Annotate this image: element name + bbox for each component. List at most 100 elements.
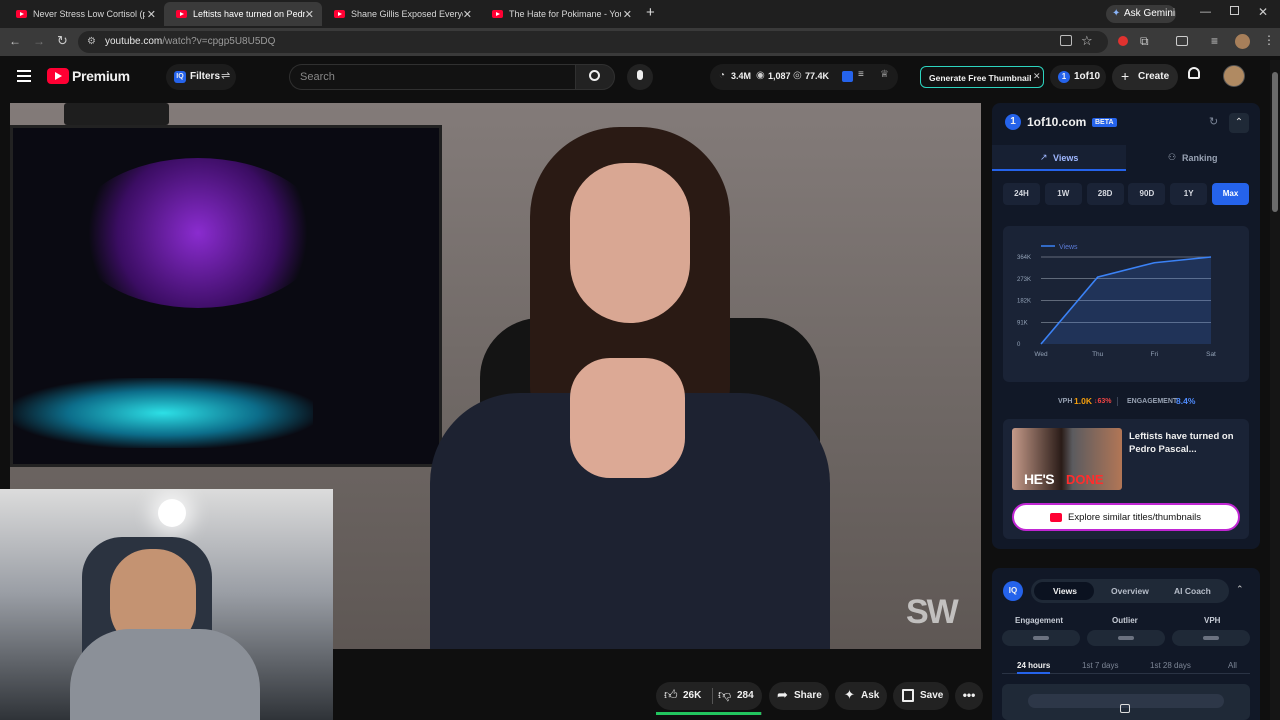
share-label: Share xyxy=(794,690,822,701)
period-first-28-days[interactable]: 1st 28 days xyxy=(1150,661,1191,670)
close-icon[interactable]: ✕ xyxy=(623,8,632,21)
browser-tab-active[interactable]: Leftists have turned on Pedro P ✕ xyxy=(164,2,322,26)
more-actions-icon[interactable]: ••• xyxy=(955,682,983,710)
save-button[interactable]: Save xyxy=(893,682,949,710)
voice-search-button[interactable] xyxy=(627,64,653,90)
tab-overview[interactable]: Overview xyxy=(1111,586,1149,596)
range-90d[interactable]: 90D xyxy=(1128,183,1166,205)
1of10-button[interactable]: 1 1of10 xyxy=(1050,65,1106,89)
collapse-chevron-icon[interactable]: ⌃ xyxy=(1236,584,1244,595)
1of10-logo-icon: 1 xyxy=(1058,71,1070,83)
list-icon[interactable]: ≡ xyxy=(858,69,864,80)
forward-icon[interactable]: → xyxy=(33,34,45,48)
search-input[interactable]: Search xyxy=(289,64,575,90)
range-1w[interactable]: 1W xyxy=(1044,183,1082,205)
tab-ranking-label: Ranking xyxy=(1182,153,1218,163)
x-tick-label: Wed xyxy=(1034,351,1048,358)
video-stats-bar: ◔ 3.4M ◉ 1,087 ◎ 77.4K ≡ ♕ xyxy=(710,64,898,90)
like-ratio-bar xyxy=(656,712,762,715)
browser-tab[interactable]: The Hate for Pokimane - YouTu ✕ xyxy=(480,2,640,26)
reload-icon[interactable]: ↻ xyxy=(57,33,68,49)
share-button[interactable]: ➦ Share xyxy=(769,682,829,710)
close-icon[interactable]: ✕ xyxy=(147,8,156,21)
trophy-icon[interactable]: ♕ xyxy=(880,69,889,80)
iq-logo-icon: IQ xyxy=(1003,581,1023,601)
browser-tab[interactable]: Never Stress Low Cortisol (play ✕ xyxy=(4,2,164,26)
reading-list-icon[interactable]: ≡ xyxy=(1211,34,1218,48)
period-all[interactable]: All xyxy=(1228,661,1237,670)
ask-button[interactable]: ✦ Ask xyxy=(835,682,887,710)
close-icon[interactable]: ✕ xyxy=(305,8,314,21)
panel-tab-bar: Views Overview AI Coach xyxy=(1031,579,1229,603)
tab-ranking[interactable]: ⚇ Ranking xyxy=(1126,145,1260,171)
install-app-icon[interactable] xyxy=(1060,35,1072,46)
webcam-device xyxy=(64,103,169,125)
y-tick-label: 91K xyxy=(1017,320,1028,326)
subject-face xyxy=(570,163,690,323)
legend-label: Views xyxy=(1059,244,1078,251)
youtube-premium-logo[interactable]: Premium xyxy=(72,68,130,84)
media-control-icon[interactable] xyxy=(1176,36,1188,46)
account-avatar[interactable] xyxy=(1223,65,1245,87)
bookmark-star-icon[interactable]: ☆ xyxy=(1081,33,1093,49)
page-scrollbar[interactable] xyxy=(1270,60,1280,720)
engagement-label: ENGAGEMENT xyxy=(1127,398,1178,405)
tab-views[interactable]: ↗ Views xyxy=(992,145,1126,171)
range-28d[interactable]: 28D xyxy=(1086,183,1124,205)
ask-gemini-button[interactable]: ✦ Ask Gemini xyxy=(1106,5,1176,23)
save-label: Save xyxy=(920,690,944,701)
refresh-icon[interactable]: ↻ xyxy=(1209,115,1218,128)
video-thumbnail[interactable]: HE'S DONE xyxy=(1012,428,1122,490)
hamburger-menu-icon[interactable] xyxy=(17,70,31,82)
url-text: youtube.com/watch?v=cpgp5U8U5DQ xyxy=(105,36,276,47)
tab-views-active[interactable]: Views xyxy=(1034,582,1094,600)
period-24-hours[interactable]: 24 hours xyxy=(1017,661,1051,674)
beta-badge: BETA xyxy=(1092,118,1117,127)
create-button[interactable]: + Create xyxy=(1112,64,1178,90)
extension-icon[interactable] xyxy=(1118,36,1128,46)
metric-engagement-label: Engagement xyxy=(1015,616,1064,625)
youtube-logo-icon[interactable] xyxy=(47,68,69,84)
address-bar[interactable]: ⚙ youtube.com/watch?v=cpgp5U8U5DQ ☆ xyxy=(78,31,1108,53)
webcam-overlay xyxy=(0,489,333,720)
stat-watching: 1,087 xyxy=(768,71,791,81)
generate-thumbnail-button[interactable]: Generate Free Thumbnail ✕ xyxy=(920,66,1044,88)
notifications-bell-icon[interactable] xyxy=(1188,67,1202,83)
subject-hand xyxy=(570,358,685,478)
explore-similar-button[interactable]: Explore similar titles/thumbnails xyxy=(1012,503,1240,531)
filters-label: Filters xyxy=(190,71,221,82)
like-stat-icon: ◎ xyxy=(793,70,802,81)
collapse-chevron-icon[interactable]: ⌃ xyxy=(1229,113,1249,133)
maximize-icon[interactable] xyxy=(1230,6,1239,15)
range-max[interactable]: Max xyxy=(1212,183,1249,205)
minimize-icon[interactable]: — xyxy=(1200,6,1211,18)
profile-avatar[interactable] xyxy=(1235,34,1250,49)
streamer-shirt xyxy=(70,629,260,720)
generate-thumbnail-label: Generate Free Thumbnail xyxy=(929,73,1032,83)
ask-label: Ask xyxy=(861,690,880,701)
site-info-icon[interactable]: ⚙ xyxy=(87,36,96,47)
tab-ai-coach[interactable]: AI Coach xyxy=(1174,586,1211,596)
extensions-puzzle-icon[interactable]: ⧉ xyxy=(1140,34,1149,49)
back-icon[interactable]: ← xyxy=(9,34,21,48)
close-window-icon[interactable]: ✕ xyxy=(1258,5,1268,19)
browser-toolbar: ← → ↻ ⚙ youtube.com/watch?v=cpgp5U8U5DQ … xyxy=(0,28,1280,56)
new-tab-button[interactable]: + xyxy=(646,4,655,21)
iq-stats-icon[interactable] xyxy=(842,71,853,82)
range-24h[interactable]: 24H xyxy=(1003,183,1040,205)
dislike-button[interactable]: 👎︎ 284 xyxy=(713,682,762,710)
like-button[interactable]: 👍︎ 26K xyxy=(656,682,712,710)
y-tick-label: 182K xyxy=(1017,299,1031,305)
scrollbar-thumb[interactable] xyxy=(1272,72,1278,212)
save-playlist-icon xyxy=(902,689,914,702)
close-icon[interactable]: ✕ xyxy=(1033,71,1041,82)
range-1y[interactable]: 1Y xyxy=(1170,183,1208,205)
analytics-panel: IQ Views Overview AI Coach ⌃ Engagement … xyxy=(992,568,1260,720)
close-icon[interactable]: ✕ xyxy=(463,8,472,21)
browser-tab[interactable]: Shane Gillis Exposed Everyone ✕ xyxy=(322,2,480,26)
period-first-7-days[interactable]: 1st 7 days xyxy=(1082,661,1118,670)
thumbs-up-icon: 👍︎ xyxy=(664,687,678,702)
filters-button[interactable]: IQ Filters ⇌ xyxy=(166,64,236,90)
browser-menu-icon[interactable]: ⋮ xyxy=(1263,33,1275,47)
search-button[interactable] xyxy=(575,64,615,90)
